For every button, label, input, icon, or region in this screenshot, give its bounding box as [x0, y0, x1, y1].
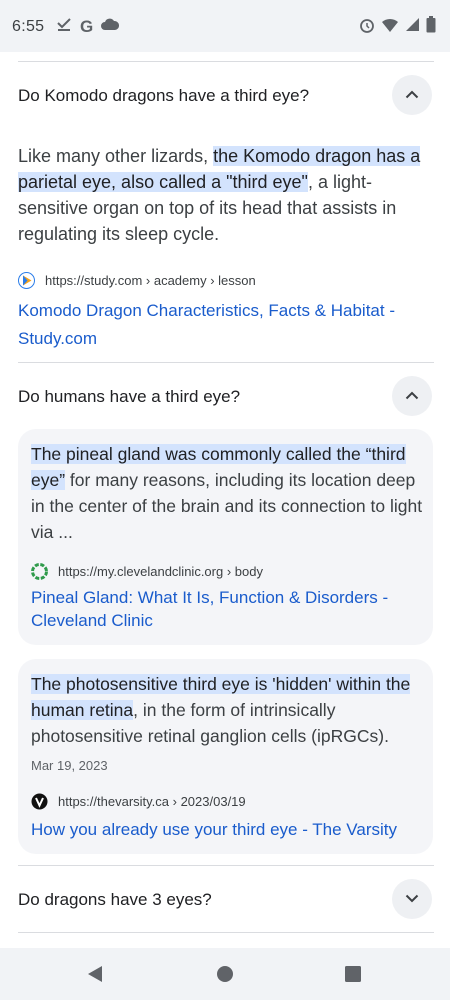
cleveland-clinic-favicon-icon — [31, 563, 48, 580]
wifi-icon — [381, 17, 399, 38]
divider — [18, 61, 434, 62]
alarm-icon — [359, 17, 375, 38]
chevron-up-icon — [405, 86, 419, 104]
status-time: 6:55 — [12, 18, 45, 35]
snippet-text: for many reasons, including its location… — [31, 470, 423, 542]
result-card-cleveland[interactable]: The pineal gland was commonly called the… — [18, 429, 433, 645]
result-link-cleveland[interactable]: Pineal Gland: What It Is, Function & Dis… — [31, 586, 426, 632]
faq-question-humans-third-eye[interactable]: Do humans have a third eye? — [18, 387, 240, 407]
result-link-study[interactable]: Komodo Dragon Characteristics, Facts & H… — [18, 297, 428, 353]
answer-text-plain: Like many other lizards, — [18, 146, 214, 166]
divider — [18, 865, 434, 866]
system-navigation-bar — [0, 948, 450, 1000]
faq-question-komodo-third-eye[interactable]: Do Komodo dragons have a third eye? — [18, 86, 309, 106]
battery-icon — [426, 16, 436, 38]
download-done-icon — [56, 16, 72, 37]
source-cleveland[interactable]: https://my.clevelandclinic.org › body — [31, 563, 263, 580]
google-g-icon: G — [80, 16, 94, 36]
search-results-content: Do Komodo dragons have a third eye? Like… — [0, 52, 450, 948]
source-url: https://thevarsity.ca › 2023/03/19 — [58, 794, 246, 809]
result-link-varsity[interactable]: How you already use your third eye - The… — [31, 818, 426, 841]
recents-icon[interactable] — [345, 966, 361, 987]
collapse-button[interactable] — [392, 376, 432, 416]
card-snippet: The pineal gland was commonly called the… — [31, 441, 423, 545]
expand-button[interactable] — [392, 879, 432, 919]
status-bar: 6:55 G — [0, 0, 450, 52]
home-icon[interactable] — [216, 965, 234, 988]
varsity-favicon-icon — [31, 793, 48, 810]
chevron-down-icon — [405, 890, 419, 908]
source-varsity[interactable]: https://thevarsity.ca › 2023/03/19 — [31, 793, 246, 810]
cell-signal-icon — [405, 17, 420, 37]
back-icon[interactable] — [86, 965, 104, 988]
collapse-button[interactable] — [392, 75, 432, 115]
cloud-icon — [101, 17, 120, 36]
card-snippet: The photosensitive third eye is 'hidden'… — [31, 671, 423, 749]
featured-answer-text: Like many other lizards, the Komodo drag… — [18, 143, 423, 247]
result-card-varsity[interactable]: The photosensitive third eye is 'hidden'… — [18, 659, 433, 854]
chevron-up-icon — [405, 387, 419, 405]
study-com-favicon-icon — [18, 272, 35, 289]
source-study[interactable]: https://study.com › academy › lesson — [18, 272, 256, 289]
faq-question-dragons-3-eyes[interactable]: Do dragons have 3 eyes? — [18, 890, 212, 910]
divider — [18, 362, 434, 363]
snippet-date: Mar 19, 2023 — [31, 758, 108, 773]
source-url: https://study.com › academy › lesson — [45, 273, 256, 288]
source-url: https://my.clevelandclinic.org › body — [58, 564, 263, 579]
divider — [18, 932, 434, 933]
